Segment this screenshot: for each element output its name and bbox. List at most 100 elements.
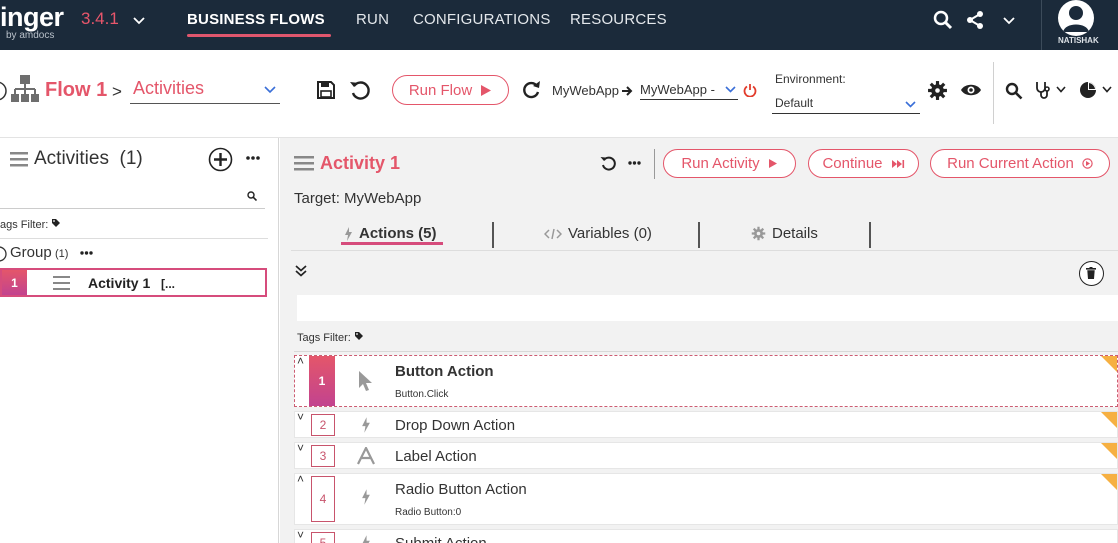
action-row[interactable]: ˅ 2 Drop Down Action	[294, 410, 1118, 438]
more-icon[interactable]	[80, 251, 93, 255]
stethoscope-icon[interactable]	[1034, 80, 1052, 100]
nav-run[interactable]: RUN	[356, 11, 389, 28]
activity-target: Target: MyWebApp	[294, 190, 422, 207]
continue-button[interactable]: Continue	[808, 149, 919, 178]
action-title: Button Action	[395, 363, 494, 380]
version-label[interactable]: 3.4.1	[81, 9, 119, 29]
nav-active-underline	[187, 34, 331, 37]
divider	[869, 222, 871, 248]
environment-value: Default	[775, 96, 814, 110]
tab-actions[interactable]: Actions (5)	[344, 225, 437, 242]
tab-variables[interactable]: Variables (0)	[544, 225, 652, 242]
chevron-down-icon[interactable]	[1002, 13, 1016, 27]
arrow-right-icon	[622, 86, 633, 96]
tab-actions-label: Actions (5)	[359, 225, 437, 242]
action-row[interactable]: ˅ 5 Submit Action	[294, 528, 1118, 543]
tab-active-underline	[341, 242, 443, 245]
status-corner	[1101, 474, 1117, 490]
tags-filter[interactable]: Tags Filter:	[297, 331, 364, 344]
more-icon[interactable]	[628, 161, 641, 165]
action-number: 5	[311, 532, 335, 543]
eye-icon[interactable]	[960, 82, 982, 98]
run-flow-button[interactable]: Run Flow	[392, 75, 509, 105]
activities-count: (1)	[119, 148, 143, 169]
action-number: 4	[311, 476, 335, 522]
action-row[interactable]: ˄ 4 Radio Button Action Radio Button:0	[294, 472, 1118, 525]
code-icon	[544, 228, 562, 239]
hamburger-icon[interactable]	[294, 156, 314, 171]
flow-toolbar: Flow 1 > Activities Run Flow MyWebApp My…	[0, 50, 1118, 138]
divider	[1041, 0, 1042, 50]
avatar[interactable]	[1058, 0, 1094, 36]
activities-title: Activities (1)	[34, 148, 143, 170]
target-app-select[interactable]: MyWebApp -	[640, 82, 738, 100]
continue-label: Continue	[822, 155, 883, 172]
nav-resources[interactable]: RESOURCES	[570, 11, 667, 28]
view-select[interactable]: Activities	[130, 78, 280, 104]
chevron-down-icon	[905, 101, 916, 108]
collapse-group-icon[interactable]	[0, 246, 8, 262]
add-activity-icon[interactable]	[208, 147, 233, 172]
top-navbar: inger by amdocs 3.4.1 BUSINESS FLOWS RUN…	[0, 0, 1118, 50]
play-icon	[768, 159, 777, 168]
divider	[698, 222, 700, 248]
tab-details-label: Details	[772, 225, 818, 242]
activities-search-input[interactable]	[0, 183, 265, 209]
divider	[0, 238, 268, 239]
hamburger-icon[interactable]	[10, 152, 28, 167]
chevron-down-icon[interactable]	[1056, 85, 1066, 94]
chevron-down-icon	[264, 86, 276, 94]
undo-icon[interactable]	[600, 155, 616, 171]
letter-a-icon	[357, 447, 375, 465]
status-corner	[1101, 443, 1117, 459]
tags-filter[interactable]: ags Filter:	[0, 218, 61, 231]
pie-chart-icon[interactable]	[1079, 81, 1097, 99]
tab-variables-label: Variables (0)	[568, 225, 652, 242]
divider	[654, 149, 655, 179]
bolt-icon	[362, 417, 370, 433]
action-subtitle: Radio Button:0	[395, 507, 462, 518]
undo-icon[interactable]	[349, 79, 371, 101]
chevron-down-icon[interactable]	[1102, 85, 1112, 94]
nav-configurations[interactable]: CONFIGURATIONS	[413, 11, 551, 28]
more-icon[interactable]	[246, 156, 260, 160]
collapse-caret[interactable]: ˄	[297, 472, 304, 486]
status-corner	[1101, 356, 1117, 372]
run-current-action-button[interactable]: Run Current Action	[930, 149, 1110, 178]
fast-forward-icon	[891, 159, 904, 168]
activity-item[interactable]: 1 Activity 1 [...	[0, 268, 267, 297]
share-icon[interactable]	[965, 10, 985, 30]
expand-all-icon[interactable]	[295, 265, 307, 277]
drag-handle-icon[interactable]	[53, 276, 70, 290]
divider	[492, 222, 494, 248]
activity-title: Activity 1	[320, 153, 401, 173]
expand-caret[interactable]: ˅	[297, 410, 304, 424]
save-icon[interactable]	[316, 80, 336, 100]
search-icon	[247, 191, 257, 201]
breadcrumb-separator: >	[112, 82, 122, 101]
brand-logo: inger	[0, 2, 64, 32]
expand-caret[interactable]: ˅	[297, 441, 304, 455]
delete-button[interactable]	[1079, 261, 1104, 286]
action-subtitle: Button.Click	[395, 389, 449, 400]
search-icon[interactable]	[933, 10, 953, 30]
brand-sub: by amdocs	[6, 30, 55, 41]
run-current-action-label: Run Current Action	[947, 155, 1074, 172]
tab-details[interactable]: Details	[751, 225, 818, 242]
action-row[interactable]: ˄ 1 Button Action Button.Click	[294, 354, 1118, 407]
actions-search-input[interactable]	[297, 295, 1118, 321]
power-icon[interactable]	[743, 83, 757, 97]
gear-icon[interactable]	[927, 80, 948, 101]
action-title: Radio Button Action	[395, 481, 527, 498]
nav-business-flows[interactable]: BUSINESS FLOWS	[187, 11, 325, 28]
action-number: 1	[309, 356, 335, 406]
collapse-caret[interactable]: ˄	[297, 354, 304, 368]
run-activity-button[interactable]: Run Activity	[663, 149, 796, 178]
expand-caret[interactable]: ˅	[297, 528, 304, 542]
action-title: Drop Down Action	[395, 417, 516, 434]
action-row[interactable]: ˅ 3 Label Action	[294, 441, 1118, 469]
search-icon[interactable]	[1005, 82, 1023, 100]
refresh-icon[interactable]	[521, 80, 541, 100]
chevron-down-icon[interactable]	[132, 13, 146, 27]
environment-select[interactable]: Default	[772, 94, 920, 114]
